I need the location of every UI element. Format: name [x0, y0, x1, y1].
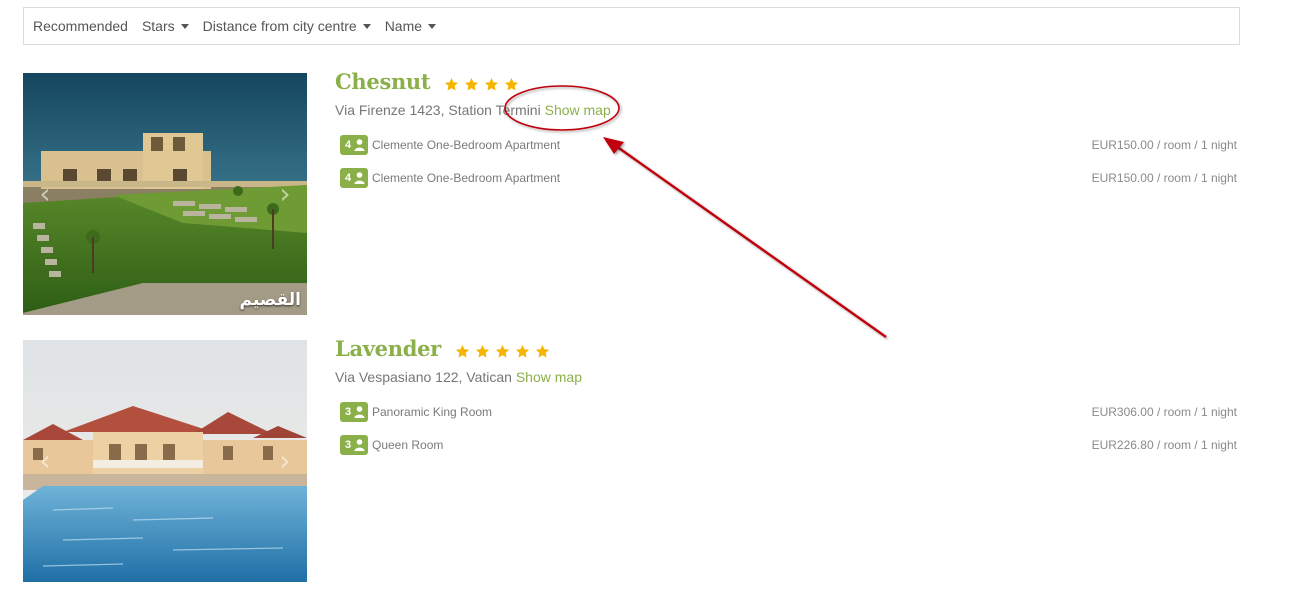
room-name-link[interactable]: Clemente One-Bedroom Apartment — [372, 138, 560, 152]
carousel-next-icon[interactable]: › — [277, 180, 293, 208]
sort-name-label: Name — [384, 18, 423, 34]
sort-stars-dropdown[interactable]: Stars — [142, 18, 189, 34]
sort-filter-bar: Recommended Stars Distance from city cen… — [23, 7, 1240, 45]
star-icon — [505, 77, 519, 90]
room-price: EUR306.00 / room / 1 night — [1091, 405, 1237, 419]
hotel-name-link[interactable]: Lavender — [335, 336, 441, 361]
caret-down-icon — [428, 24, 437, 29]
room-price: EUR226.80 / room / 1 night — [1091, 438, 1237, 452]
star-icon — [485, 77, 499, 90]
room-name-link[interactable]: Queen Room — [372, 438, 443, 452]
sort-distance-label: Distance from city centre — [202, 18, 357, 34]
star-icon — [515, 344, 529, 357]
carousel-prev-icon[interactable]: ‹ — [37, 180, 53, 208]
hotel-card-chesnut: ‹ › القصيم Chesnut Via Firenze 1423, Sta… — [23, 69, 1240, 315]
hotel-photo — [23, 73, 307, 315]
room-row: 4 Clemente One-Bedroom Apartment EUR150.… — [335, 135, 1240, 168]
hotel-address: Via Firenze 1423, Station Termini Show m… — [335, 102, 1240, 118]
guest-count: 4 — [345, 139, 352, 151]
hotel-photo — [23, 340, 307, 582]
room-list: 3 Panoramic King Room EUR306.00 / room /… — [335, 402, 1240, 468]
guest-count: 3 — [345, 406, 352, 418]
hotel-photo-carousel[interactable]: ‹ › القصيم — [23, 73, 307, 315]
guest-count-badge: 4 — [340, 168, 368, 188]
show-map-link[interactable]: Show map — [545, 102, 611, 118]
room-price: EUR150.00 / room / 1 night — [1091, 171, 1237, 185]
person-icon — [354, 439, 365, 451]
hotel-photo-carousel[interactable]: ‹ › — [23, 340, 307, 582]
hotel-title-row: Chesnut — [335, 69, 1240, 94]
guest-count-badge: 3 — [340, 435, 368, 455]
hotel-card-lavender: ‹ › Lavender Via Vespasiano 122, Vatican… — [23, 336, 1240, 582]
guest-count-badge: 3 — [340, 402, 368, 422]
star-rating — [455, 344, 555, 359]
carousel-next-icon[interactable]: › — [277, 447, 293, 475]
hotel-title-row: Lavender — [335, 336, 1240, 361]
room-row: 3 Queen Room EUR226.80 / room / 1 night — [335, 435, 1240, 468]
room-row: 4 Clemente One-Bedroom Apartment EUR150.… — [335, 168, 1240, 201]
hotel-address-text: Via Firenze 1423, Station Termini — [335, 102, 541, 118]
caret-down-icon — [180, 24, 189, 29]
room-price: EUR150.00 / room / 1 night — [1091, 138, 1237, 152]
hotel-info: Chesnut Via Firenze 1423, Station Termin… — [335, 69, 1240, 201]
hotel-address: Via Vespasiano 122, Vatican Show map — [335, 369, 1240, 385]
hotel-address-text: Via Vespasiano 122, Vatican — [335, 369, 512, 385]
sort-recommended[interactable]: Recommended — [33, 18, 128, 34]
star-icon — [445, 77, 459, 90]
star-icon — [455, 344, 469, 357]
guest-count: 3 — [345, 439, 352, 451]
room-list: 4 Clemente One-Bedroom Apartment EUR150.… — [335, 135, 1240, 201]
star-rating — [444, 77, 524, 92]
person-icon — [354, 139, 365, 151]
show-map-link[interactable]: Show map — [516, 369, 582, 385]
room-name-link[interactable]: Panoramic King Room — [372, 405, 492, 419]
room-row: 3 Panoramic King Room EUR306.00 / room /… — [335, 402, 1240, 435]
sort-recommended-label: Recommended — [33, 18, 128, 34]
star-icon — [465, 77, 479, 90]
person-icon — [354, 406, 365, 418]
room-name-link[interactable]: Clemente One-Bedroom Apartment — [372, 171, 560, 185]
caret-down-icon — [362, 24, 371, 29]
sort-stars-label: Stars — [141, 18, 175, 34]
star-icon — [535, 344, 549, 357]
sort-distance-dropdown[interactable]: Distance from city centre — [203, 18, 371, 34]
carousel-prev-icon[interactable]: ‹ — [37, 447, 53, 475]
photo-watermark: القصيم — [239, 290, 301, 310]
person-icon — [354, 172, 365, 184]
star-icon — [475, 344, 489, 357]
star-icon — [495, 344, 509, 357]
guest-count: 4 — [345, 172, 352, 184]
hotel-name-link[interactable]: Chesnut — [335, 69, 431, 94]
guest-count-badge: 4 — [340, 135, 368, 155]
sort-name-dropdown[interactable]: Name — [384, 18, 437, 34]
hotel-info: Lavender Via Vespasiano 122, Vatican Sho… — [335, 336, 1240, 468]
